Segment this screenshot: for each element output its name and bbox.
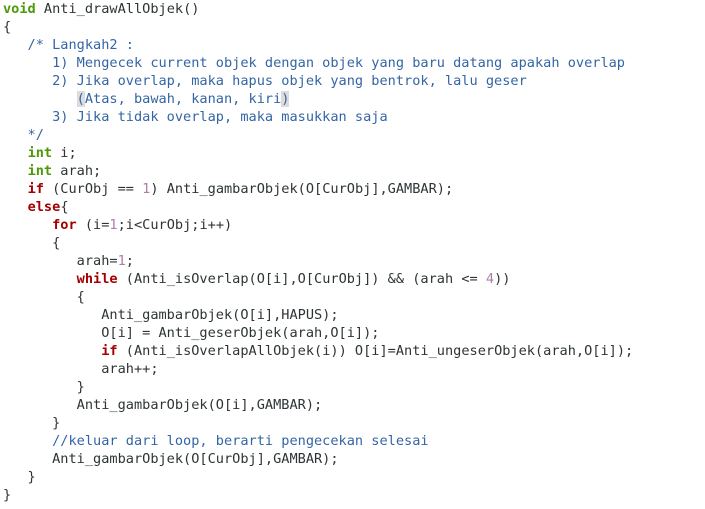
code-token-normal: { [3, 235, 61, 251]
code-line[interactable]: (Atas, bawah, kanan, kiri) [3, 90, 290, 108]
code-line[interactable]: Anti_gambarObjek(O[CurObj],GAMBAR); [3, 450, 339, 468]
code-token-normal [3, 271, 77, 287]
code-line[interactable]: void Anti_drawAllObjek() [3, 0, 199, 18]
code-token-comment: */ [3, 127, 44, 143]
code-token-type: int [27, 163, 53, 179]
code-line[interactable]: } [3, 468, 36, 486]
code-token-normal: } [3, 487, 12, 503]
code-token-normal: { [60, 199, 69, 215]
code-token-normal [3, 145, 28, 161]
code-line[interactable]: if (Anti_isOverlapAllObjek(i)) O[i]=Anti… [3, 342, 633, 360]
code-line[interactable]: { [3, 18, 11, 36]
code-line[interactable]: 3) Jika tidak overlap, maka masukkan saj… [3, 108, 388, 126]
code-line[interactable]: O[i] = Anti_geserObjek(arah,O[i]); [3, 324, 379, 342]
code-token-normal: ;i<CurObj;i++) [117, 217, 233, 233]
code-line[interactable]: } [3, 486, 11, 504]
code-line[interactable]: arah++; [3, 360, 159, 378]
code-token-comment: //keluar dari loop, berarti pengecekan s… [3, 433, 429, 449]
code-token-number: 4 [485, 271, 495, 287]
code-token-cursor: ) [281, 91, 290, 107]
code-token-comment: Atas, bawah, kanan, kiri [84, 91, 282, 107]
code-token-normal: } [3, 379, 85, 395]
code-line[interactable]: } [3, 378, 85, 396]
code-token-normal: Anti_gambarObjek(O[i],HAPUS); [3, 307, 339, 323]
code-token-normal [3, 217, 52, 233]
code-token-keyword: while [76, 271, 118, 287]
code-line[interactable]: if (CurObj == 1) Anti_gambarObjek(O[CurO… [3, 180, 454, 198]
code-line[interactable]: Anti_gambarObjek(O[i],HAPUS); [3, 306, 339, 324]
code-line[interactable]: else{ [3, 198, 69, 216]
code-line[interactable]: for (i=1;i<CurObj;i++) [3, 216, 232, 234]
code-token-normal: arah; [52, 163, 102, 179]
code-token-type: int [27, 145, 53, 161]
code-line[interactable]: { [3, 234, 60, 252]
code-token-normal: (Anti_isOverlap(O[i],O[CurObj]) && (arah… [117, 271, 486, 287]
code-token-keyword: if [27, 181, 44, 197]
code-token-normal: Anti_gambarObjek(O[CurObj],GAMBAR); [3, 451, 339, 467]
code-line[interactable]: /* Langkah2 : [3, 36, 134, 54]
code-token-normal: } [3, 469, 36, 485]
code-token-normal: ; [125, 253, 134, 269]
code-token-normal [3, 343, 101, 359]
code-line[interactable]: 2) Jika overlap, maka hapus objek yang b… [3, 72, 527, 90]
code-token-normal: (CurObj == [43, 181, 143, 197]
code-line[interactable]: arah=1; [3, 252, 134, 270]
code-line[interactable]: //keluar dari loop, berarti pengecekan s… [3, 432, 429, 450]
code-token-comment [3, 91, 77, 107]
code-token-keyword: else [27, 199, 61, 215]
code-token-normal [3, 181, 28, 197]
code-line[interactable]: 1) Mengecek current objek dengan objek y… [3, 54, 625, 72]
code-line[interactable]: int arah; [3, 162, 102, 180]
code-token-comment: 1) Mengecek current objek dengan objek y… [3, 55, 625, 71]
code-token-normal: arah++; [3, 361, 159, 377]
code-token-normal: { [3, 19, 12, 35]
code-token-normal: Anti_drawAllObjek() [35, 1, 200, 17]
code-token-normal [3, 199, 28, 215]
code-line[interactable]: } [3, 414, 60, 432]
code-line[interactable]: int i; [3, 144, 77, 162]
code-token-cursor: ( [76, 91, 85, 107]
code-token-keyword: for [52, 217, 77, 233]
code-token-normal: ) Anti_gambarObjek(O[CurObj],GAMBAR); [150, 181, 454, 197]
code-line[interactable]: { [3, 288, 85, 306]
code-token-comment: 2) Jika overlap, maka hapus objek yang b… [3, 73, 527, 89]
code-token-normal: } [3, 415, 61, 431]
code-editor[interactable]: void Anti_drawAllObjek(){ /* Langkah2 : … [0, 0, 705, 509]
code-token-number: 1 [117, 253, 126, 269]
code-token-keyword: if [101, 343, 118, 359]
code-line[interactable]: */ [3, 126, 44, 144]
code-token-normal [3, 163, 28, 179]
code-token-normal: O[i] = Anti_geserObjek(arah,O[i]); [3, 325, 380, 341]
code-token-normal: i; [52, 145, 77, 161]
code-token-comment: /* Langkah2 : [3, 37, 134, 53]
code-line[interactable]: Anti_gambarObjek(O[i],GAMBAR); [3, 396, 323, 414]
code-token-normal: Anti_gambarObjek(O[i],GAMBAR); [3, 397, 323, 413]
code-token-normal: arah= [3, 253, 118, 269]
code-token-normal: (i= [76, 217, 110, 233]
code-token-number: 1 [109, 217, 118, 233]
code-token-type: void [3, 1, 36, 17]
code-token-normal: (Anti_isOverlapAllObjek(i)) O[i]=Anti_un… [117, 343, 634, 359]
code-token-comment: 3) Jika tidak overlap, maka masukkan saj… [3, 109, 388, 125]
code-token-normal: { [3, 289, 85, 305]
code-line[interactable]: while (Anti_isOverlap(O[i],O[CurObj]) &&… [3, 270, 511, 288]
code-token-normal: )) [494, 271, 511, 287]
